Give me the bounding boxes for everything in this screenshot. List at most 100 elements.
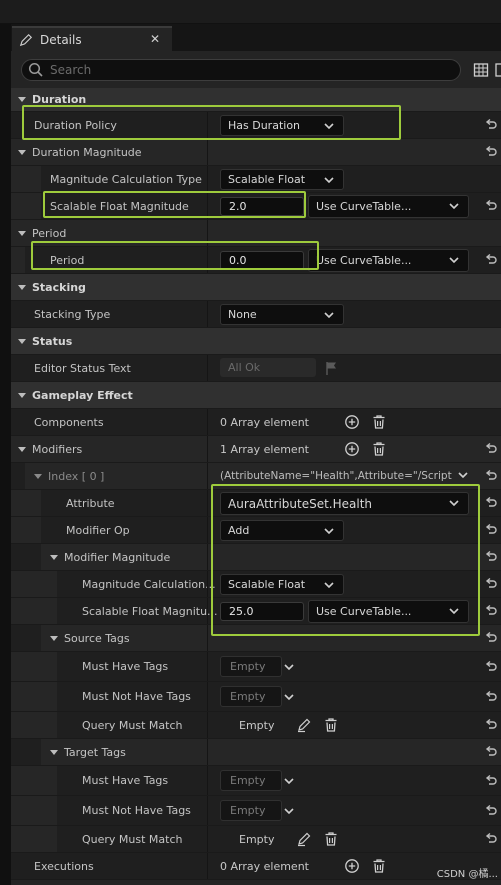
reset-icon[interactable] (484, 145, 498, 159)
period-input[interactable]: 0.0 (220, 251, 304, 270)
category-title: Status (32, 334, 73, 348)
collapse-arrow-icon[interactable] (18, 230, 26, 236)
delete-all-icon[interactable] (371, 414, 387, 430)
reset-icon[interactable] (484, 832, 498, 846)
edit-icon[interactable] (296, 831, 312, 847)
settings-icon[interactable] (495, 62, 501, 78)
reset-icon[interactable] (484, 550, 498, 564)
add-element-icon[interactable] (344, 441, 360, 457)
target-must-have-field[interactable]: Empty (220, 770, 282, 791)
collapse-arrow-icon[interactable] (18, 446, 26, 452)
editor-top-bar (0, 0, 501, 24)
clear-icon[interactable] (323, 831, 339, 847)
reset-icon[interactable] (484, 745, 498, 759)
curve-table-dropdown[interactable]: Use CurveTable... (308, 600, 469, 623)
reset-icon[interactable] (484, 469, 498, 483)
attribute-label: Attribute (66, 496, 115, 510)
reset-icon[interactable] (484, 118, 498, 132)
category-stacking[interactable]: Stacking (11, 274, 501, 301)
modifier-op-dropdown[interactable]: Add (220, 520, 344, 541)
row-target-tags[interactable]: Target Tags (11, 739, 501, 766)
chevron-down-icon (323, 121, 335, 131)
stacking-type-dropdown[interactable]: None (220, 304, 344, 325)
chevron-down-icon (323, 526, 335, 536)
edit-icon[interactable] (296, 717, 312, 733)
add-element-icon[interactable] (344, 414, 360, 430)
reset-icon[interactable] (484, 577, 498, 591)
row-mm-scalable-float: Scalable Float Magnitu... 25.0 Use Curve… (11, 598, 501, 625)
reset-icon[interactable] (484, 660, 498, 674)
chevron-down-icon[interactable] (283, 806, 295, 816)
editor-status-text-label: Editor Status Text (34, 361, 131, 375)
components-label: Components (34, 415, 104, 429)
attribute-value: AuraAttributeSet.Health (228, 496, 373, 511)
row-modifier-index-0[interactable]: Index [ 0 ] (AttributeName="Health",Attr… (11, 463, 501, 490)
row-modifiers[interactable]: Modifiers 1 Array element (11, 436, 501, 463)
search-box[interactable] (21, 59, 461, 81)
chevron-down-icon[interactable] (283, 662, 295, 672)
clear-icon[interactable] (323, 717, 339, 733)
collapse-arrow-icon[interactable] (34, 473, 42, 479)
reset-icon[interactable] (484, 690, 498, 704)
source-must-have-field[interactable]: Empty (220, 656, 282, 677)
chevron-down-icon[interactable] (283, 692, 295, 702)
target-must-have-label: Must Have Tags (82, 774, 169, 787)
reset-icon[interactable] (484, 604, 498, 618)
delete-all-icon[interactable] (371, 858, 387, 874)
index-0-label: Index [ 0 ] (48, 469, 105, 483)
reset-icon[interactable] (484, 774, 498, 788)
delete-all-icon[interactable] (371, 441, 387, 457)
chevron-down-icon (448, 498, 460, 508)
collapse-arrow-icon[interactable] (18, 97, 26, 102)
curve-table-dropdown[interactable]: Use CurveTable... (308, 249, 469, 272)
category-duration[interactable]: Duration (11, 88, 501, 112)
collapse-arrow-icon[interactable] (50, 749, 58, 755)
target-must-not-have-field[interactable]: Empty (220, 800, 282, 821)
duration-policy-dropdown[interactable]: Has Duration (220, 115, 344, 136)
row-stacking-type: Stacking Type None (11, 301, 501, 328)
reset-icon[interactable] (484, 631, 498, 645)
row-source-tags[interactable]: Source Tags (11, 625, 501, 652)
chevron-down-icon[interactable] (457, 470, 469, 480)
search-input[interactable] (50, 63, 430, 77)
collapse-arrow-icon[interactable] (18, 284, 26, 290)
reset-icon[interactable] (484, 253, 498, 267)
category-status[interactable]: Status (11, 328, 501, 355)
collapse-arrow-icon[interactable] (18, 338, 26, 344)
magnitude-calc-type-dropdown[interactable]: Scalable Float (220, 169, 344, 190)
modifier-op-label: Modifier Op (66, 523, 130, 537)
row-modifier-magnitude[interactable]: Modifier Magnitude (11, 544, 501, 571)
row-source-must-not-have: Must Not Have Tags Empty (11, 682, 501, 712)
reset-icon[interactable] (484, 523, 498, 537)
scalable-float-magnitude-input[interactable]: 2.0 (220, 197, 304, 216)
category-gameplay-effect[interactable]: Gameplay Effect (11, 382, 501, 409)
add-element-icon[interactable] (344, 858, 360, 874)
details-tab[interactable]: Details ✕ (12, 26, 172, 51)
reset-icon[interactable] (484, 199, 498, 213)
reset-icon[interactable] (484, 718, 498, 732)
left-gutter (0, 24, 11, 885)
collapse-arrow-icon[interactable] (18, 149, 26, 155)
magnitude-calc-type-value: Scalable Float (228, 173, 306, 186)
modifier-op-value: Add (228, 524, 250, 537)
row-modifier-op: Modifier Op Add (11, 517, 501, 544)
table-view-icon[interactable] (473, 62, 489, 78)
reset-icon[interactable] (484, 804, 498, 818)
row-period-group[interactable]: Period (11, 220, 501, 247)
attribute-dropdown[interactable]: AuraAttributeSet.Health (220, 492, 469, 515)
reset-icon[interactable] (484, 442, 498, 456)
modifiers-label: Modifiers (32, 442, 83, 456)
row-duration-magnitude[interactable]: Duration Magnitude (11, 139, 501, 166)
mm-scalable-float-input[interactable]: 25.0 (220, 602, 304, 621)
mm-calc-type-dropdown[interactable]: Scalable Float (220, 574, 344, 595)
close-tab-icon[interactable]: ✕ (150, 32, 160, 46)
curve-table-dropdown[interactable]: Use CurveTable... (308, 195, 469, 218)
row-components: Components 0 Array element (11, 409, 501, 436)
reset-icon[interactable] (484, 496, 498, 510)
collapse-arrow-icon[interactable] (18, 392, 26, 398)
watermark: CSDN @橘... (436, 869, 498, 880)
collapse-arrow-icon[interactable] (50, 635, 58, 641)
collapse-arrow-icon[interactable] (50, 554, 58, 560)
source-must-not-have-field[interactable]: Empty (220, 686, 282, 707)
chevron-down-icon[interactable] (283, 776, 295, 786)
